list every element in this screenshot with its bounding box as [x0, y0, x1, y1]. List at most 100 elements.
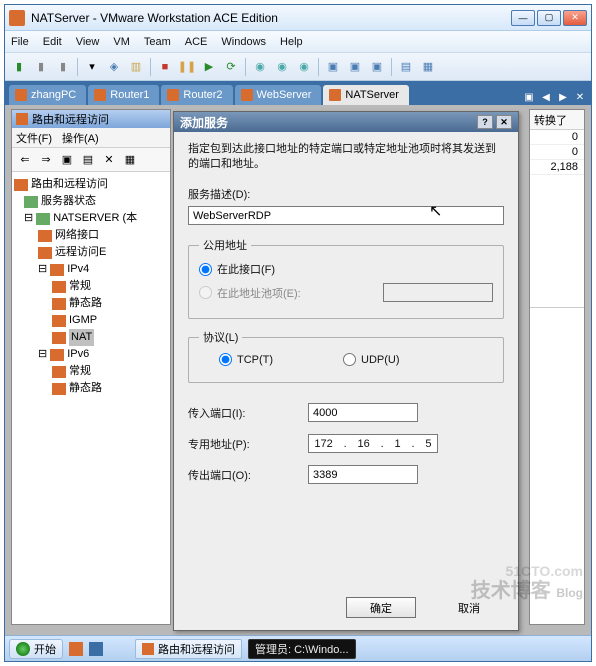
- protocol-group: 协议(L) TCP(T) UDP(U): [188, 329, 504, 383]
- tool-play-icon[interactable]: ▶: [199, 57, 219, 77]
- rras-toolbar: ⇐ ⇒ ▣ ▤ ✕ ▦: [12, 148, 170, 172]
- start-button[interactable]: 开始: [9, 639, 63, 659]
- radio-on-interface-label: 在此接口(F): [217, 261, 275, 277]
- rras-title: 路由和远程访问: [32, 111, 109, 127]
- tree-natserver[interactable]: NATSERVER (本: [53, 210, 137, 227]
- rras-fwd-icon[interactable]: ⇒: [37, 151, 55, 169]
- cancel-button[interactable]: 取消: [434, 597, 504, 618]
- close-button[interactable]: ✕: [563, 10, 587, 26]
- tool-snapshot-icon[interactable]: ◈: [104, 57, 124, 77]
- tool-fullscreen-icon[interactable]: ▦: [418, 57, 438, 77]
- public-address-legend: 公用地址: [199, 237, 251, 253]
- tool-snap3-icon[interactable]: ◉: [294, 57, 314, 77]
- tool-view1-icon[interactable]: ▣: [323, 57, 343, 77]
- radio-on-interface[interactable]: [199, 263, 212, 276]
- tab-router2[interactable]: Router2: [161, 85, 232, 105]
- menu-team[interactable]: Team: [144, 36, 171, 48]
- rras-window: 路由和远程访问 文件(F) 操作(A) ⇐ ⇒ ▣ ▤ ✕ ▦ 路由和远程访问 …: [11, 109, 171, 625]
- tool-view2-icon[interactable]: ▣: [345, 57, 365, 77]
- tree-ipv4-static[interactable]: 静态路: [69, 295, 102, 312]
- radio-udp[interactable]: [343, 353, 356, 366]
- menu-file[interactable]: File: [11, 36, 29, 48]
- tree-server-status[interactable]: 服务器状态: [41, 193, 96, 210]
- tree-ipv4-general[interactable]: 常规: [69, 278, 91, 295]
- details-row: 2,188: [530, 160, 584, 175]
- tree-ipv4[interactable]: IPv4: [67, 261, 89, 278]
- tool-reset-icon[interactable]: ⟳: [221, 57, 241, 77]
- menu-view[interactable]: View: [76, 36, 100, 48]
- minimize-button[interactable]: —: [511, 10, 535, 26]
- rras-tree: 路由和远程访问 服务器状态 ⊟ NATSERVER (本 网络接口 远程访问E …: [12, 172, 170, 401]
- tab-router1[interactable]: Router1: [88, 85, 159, 105]
- vm-tabbar: zhangPC Router1 Router2 WebServer NATSer…: [5, 81, 591, 105]
- tree-ipv6-static[interactable]: 静态路: [69, 380, 102, 397]
- public-address-group: 公用地址 在此接口(F) 在此地址池项(E):: [188, 237, 504, 319]
- tab-prev-icon[interactable]: ◀: [539, 89, 553, 105]
- tool-stop-icon[interactable]: ■: [155, 57, 175, 77]
- taskbar: 开始 路由和远程访问 管理员: C:\Windo...: [5, 635, 591, 661]
- details-row: 0: [530, 130, 584, 145]
- desc-label: 服务描述(D):: [188, 186, 504, 202]
- tree-ipv4-nat[interactable]: NAT: [69, 329, 94, 346]
- task-cmd[interactable]: 管理员: C:\Windo...: [248, 639, 356, 659]
- outgoing-port-input[interactable]: [308, 465, 418, 484]
- dialog-help-button[interactable]: ?: [477, 115, 493, 129]
- ok-button[interactable]: 确定: [346, 597, 416, 618]
- details-pane: 转换了 0 0 2,188: [529, 109, 585, 625]
- tree-root[interactable]: 路由和远程访问: [31, 176, 108, 193]
- tool-suspend-icon[interactable]: ▮: [53, 57, 73, 77]
- private-address-input[interactable]: 172. 16. 1. 5: [308, 434, 438, 453]
- menu-vm[interactable]: VM: [113, 36, 130, 48]
- tool-poweroff-icon[interactable]: ▮: [31, 57, 51, 77]
- tool-poweron-icon[interactable]: ▮: [9, 57, 29, 77]
- radio-tcp[interactable]: [219, 353, 232, 366]
- tool-snap1-icon[interactable]: ◉: [250, 57, 270, 77]
- tab-webserver[interactable]: WebServer: [235, 85, 322, 105]
- rras-back-icon[interactable]: ⇐: [16, 151, 34, 169]
- tool-unity-icon[interactable]: ▤: [396, 57, 416, 77]
- tab-next-icon[interactable]: ▶: [556, 89, 570, 105]
- taskbar-ie-icon[interactable]: [89, 642, 103, 656]
- rras-refresh-icon[interactable]: ▤: [79, 151, 97, 169]
- app-icon: [9, 10, 25, 26]
- tree-ipv6-general[interactable]: 常规: [69, 363, 91, 380]
- radio-pool-label: 在此地址池项(E):: [217, 285, 301, 301]
- rras-prop-icon[interactable]: ✕: [100, 151, 118, 169]
- add-service-dialog: 添加服务 ? ✕ 指定包到达此接口地址的特定端口或特定地址池项时将其发送到的端口…: [173, 111, 519, 631]
- tree-remote[interactable]: 远程访问E: [55, 244, 106, 261]
- tool-pause-icon[interactable]: ❚❚: [177, 57, 197, 77]
- details-header[interactable]: 转换了: [530, 110, 584, 130]
- tool-dropdown-icon[interactable]: ▾: [82, 57, 102, 77]
- rras-help-icon[interactable]: ▦: [121, 151, 139, 169]
- task-rras[interactable]: 路由和远程访问: [135, 639, 242, 659]
- tool-view3-icon[interactable]: ▣: [367, 57, 387, 77]
- rras-up-icon[interactable]: ▣: [58, 151, 76, 169]
- menu-edit[interactable]: Edit: [43, 36, 62, 48]
- tree-ipv6[interactable]: IPv6: [67, 346, 89, 363]
- rras-menu: 文件(F) 操作(A): [12, 128, 170, 148]
- titlebar: NATServer - VMware Workstation ACE Editi…: [5, 5, 591, 31]
- tab-natserver[interactable]: NATServer: [323, 85, 409, 105]
- rras-menu-action[interactable]: 操作(A): [62, 130, 99, 146]
- tool-folder-icon[interactable]: ▥: [126, 57, 146, 77]
- tab-zhangpc[interactable]: zhangPC: [9, 85, 86, 105]
- maximize-button[interactable]: ▢: [537, 10, 561, 26]
- dialog-note: 指定包到达此接口地址的特定端口或特定地址池项时将其发送到的端口和地址。: [188, 142, 504, 172]
- tree-ipv4-igmp[interactable]: IGMP: [69, 312, 97, 329]
- outgoing-port-label: 传出端口(O):: [188, 467, 308, 483]
- tree-netif[interactable]: 网络接口: [55, 227, 99, 244]
- menu-help[interactable]: Help: [280, 36, 303, 48]
- incoming-port-input[interactable]: [308, 403, 418, 422]
- dialog-close-button[interactable]: ✕: [496, 115, 512, 129]
- menu-windows[interactable]: Windows: [221, 36, 266, 48]
- tab-new-icon[interactable]: ▣: [522, 89, 536, 105]
- private-address-label: 专用地址(P):: [188, 436, 308, 452]
- desc-input[interactable]: [188, 206, 504, 225]
- details-row: 0: [530, 145, 584, 160]
- incoming-port-label: 传入端口(I):: [188, 405, 308, 421]
- menu-ace[interactable]: ACE: [185, 36, 208, 48]
- tab-close-icon[interactable]: ✕: [573, 89, 587, 105]
- rras-menu-file[interactable]: 文件(F): [16, 130, 52, 146]
- taskbar-icon[interactable]: [69, 642, 83, 656]
- tool-snap2-icon[interactable]: ◉: [272, 57, 292, 77]
